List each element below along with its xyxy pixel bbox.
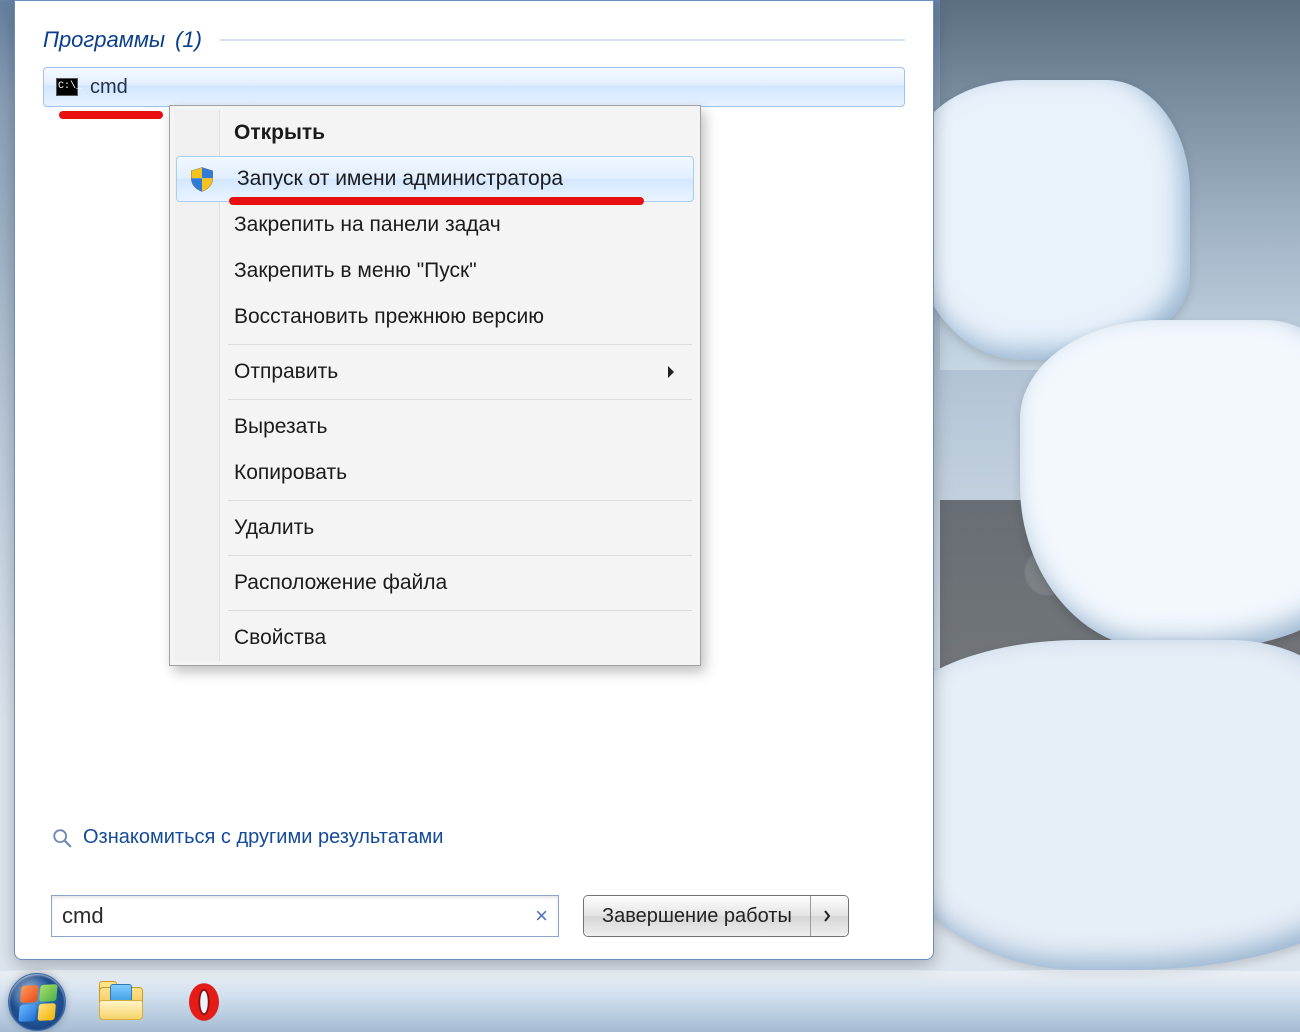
context-menu-item[interactable]: Удалить — [174, 505, 696, 551]
desktop-wallpaper — [940, 0, 1300, 970]
context-menu-item-label: Вырезать — [234, 415, 327, 439]
context-menu-item[interactable]: Копировать — [174, 450, 696, 496]
context-menu-item-label: Удалить — [234, 516, 314, 540]
context-menu-item[interactable]: Закрепить в меню "Пуск" — [174, 248, 696, 294]
taskbar-item-explorer[interactable] — [96, 979, 148, 1025]
context-menu-item[interactable]: Расположение файла — [174, 560, 696, 606]
opera-icon — [184, 982, 224, 1022]
context-menu-item[interactable]: Отправить — [174, 349, 696, 395]
shutdown-arrow-button[interactable] — [810, 896, 848, 936]
context-menu-separator — [228, 500, 692, 501]
annotation-underline — [59, 111, 163, 119]
context-menu-item-label: Закрепить на панели задач — [234, 213, 501, 237]
start-menu-footer: cmd × Завершение работы — [51, 895, 905, 937]
context-menu-item[interactable]: Закрепить на панели задач — [174, 202, 696, 248]
context-menu-item-label: Свойства — [234, 626, 326, 650]
shutdown-split-button[interactable]: Завершение работы — [583, 895, 849, 937]
context-menu-item[interactable]: Запуск от имени администратора — [176, 156, 694, 202]
context-menu-item[interactable]: Открыть — [174, 110, 696, 156]
category-count: (1) — [175, 27, 202, 53]
context-menu-item-label: Расположение файла — [234, 571, 447, 595]
submenu-arrow-icon — [668, 366, 680, 378]
category-header: Программы (1) — [43, 27, 905, 53]
clear-search-icon[interactable]: × — [535, 903, 548, 929]
search-input[interactable]: cmd × — [51, 895, 559, 937]
shutdown-text: Завершение работы — [602, 905, 792, 928]
category-divider — [220, 39, 905, 41]
context-menu: Открыть Запуск от имени администратора Зак… — [169, 105, 701, 666]
context-menu-separator — [228, 399, 692, 400]
context-menu-separator — [228, 610, 692, 611]
context-menu-item[interactable]: Вырезать — [174, 404, 696, 450]
start-menu-panel: Программы (1) cmd Открыть Запуск от имени… — [14, 0, 934, 960]
search-icon — [51, 827, 73, 849]
context-menu-separator — [228, 555, 692, 556]
search-result-cmd[interactable]: cmd — [43, 67, 905, 107]
context-menu-item[interactable]: Свойства — [174, 615, 696, 661]
context-menu-item-label: Отправить — [234, 360, 338, 384]
uac-shield-icon — [189, 165, 215, 193]
taskbar — [0, 970, 1300, 1032]
cmd-icon — [56, 78, 78, 96]
more-results-link[interactable]: Ознакомиться с другими результатами — [51, 826, 443, 849]
start-button[interactable] — [8, 973, 66, 1031]
search-input-value: cmd — [62, 903, 104, 929]
context-menu-item-label: Закрепить в меню "Пуск" — [234, 259, 477, 283]
shutdown-label[interactable]: Завершение работы — [584, 896, 810, 936]
context-menu-item-label: Открыть — [234, 121, 325, 145]
annotation-underline — [229, 197, 644, 205]
more-results-label: Ознакомиться с другими результатами — [83, 826, 443, 849]
context-menu-item[interactable]: Восстановить прежнюю версию — [174, 294, 696, 340]
category-label: Программы — [43, 27, 165, 53]
search-result-label: cmd — [90, 76, 128, 99]
folder-icon — [99, 984, 145, 1020]
context-menu-item-label: Запуск от имени администратора — [237, 167, 563, 191]
context-menu-separator — [228, 344, 692, 345]
context-menu-item-label: Восстановить прежнюю версию — [234, 305, 544, 329]
taskbar-item-opera[interactable] — [178, 979, 230, 1025]
context-menu-item-label: Копировать — [234, 461, 347, 485]
windows-logo-icon — [18, 984, 57, 1022]
